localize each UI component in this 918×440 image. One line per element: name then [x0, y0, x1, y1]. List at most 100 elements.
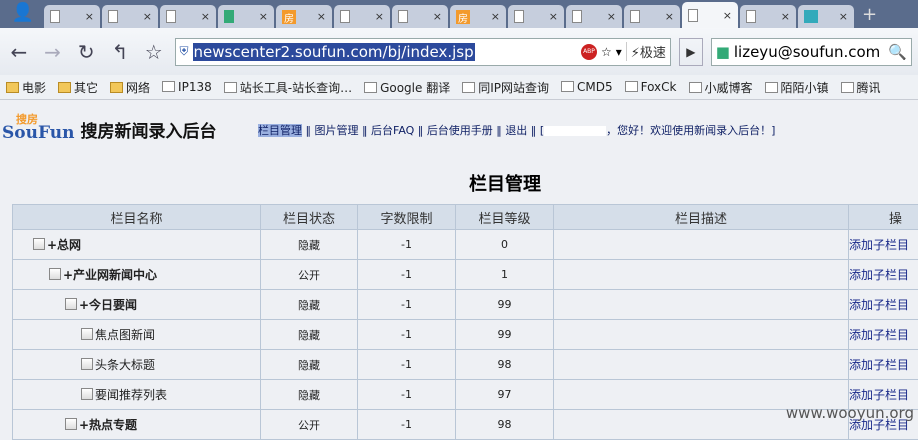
close-tab-icon[interactable]: × — [607, 10, 616, 23]
desc-cell — [554, 350, 849, 380]
browser-tab[interactable]: × — [44, 5, 100, 28]
page-icon — [561, 81, 574, 92]
bookmark-item[interactable]: 腾讯 — [841, 79, 881, 96]
page-icon — [340, 10, 350, 23]
logo-brand: SouFun — [2, 123, 74, 143]
add-subcolumn-link[interactable]: 添加子栏目 — [849, 328, 909, 342]
watermark: www.wooyun.org — [786, 404, 914, 422]
close-tab-icon[interactable]: × — [665, 10, 674, 23]
status-cell: 公开 — [261, 410, 358, 440]
star-icon[interactable]: ☆ — [141, 40, 167, 64]
close-tab-icon[interactable]: × — [491, 10, 500, 23]
menu-image-management[interactable]: 图片管理 — [315, 124, 359, 137]
browser-tab[interactable]: 房× — [450, 5, 506, 28]
column-name[interactable]: +今日要闻 — [79, 298, 137, 312]
speed-mode-button[interactable]: ⚡极速 — [626, 42, 666, 61]
close-tab-icon[interactable]: × — [723, 9, 732, 22]
add-subcolumn-link[interactable]: 添加子栏目 — [849, 238, 909, 252]
bookmark-label: IP138 — [178, 80, 212, 94]
close-tab-icon[interactable]: × — [259, 10, 268, 23]
close-tab-icon[interactable]: × — [317, 10, 326, 23]
forward-icon[interactable]: → — [40, 40, 66, 64]
bookmark-item[interactable]: FoxCk — [625, 80, 677, 94]
bookmark-item[interactable]: 网络 — [110, 79, 150, 96]
name-cell: 焦点图新闻 — [13, 320, 261, 350]
user-avatar-icon[interactable]: 👤 — [4, 2, 42, 28]
bookmark-item[interactable]: 陌陌小镇 — [765, 79, 829, 96]
column-name[interactable]: +总网 — [47, 238, 81, 252]
page-icon — [398, 10, 408, 23]
bookmark-label: 电影 — [22, 81, 46, 95]
url-input[interactable]: newscenter2.soufun.com/bj/index.jsp — [193, 43, 475, 61]
go-button[interactable]: ▶ — [679, 38, 703, 66]
browser-tab[interactable]: × — [682, 2, 738, 28]
bookmark-star-icon[interactable]: ☆ — [601, 45, 612, 59]
search-icon[interactable]: 🔍 — [888, 43, 907, 61]
adblock-icon[interactable]: ABP — [581, 44, 597, 60]
browser-tab[interactable]: × — [740, 5, 796, 28]
browser-tab[interactable]: × — [566, 5, 622, 28]
column-header: 栏目描述 — [554, 205, 849, 230]
browser-tab[interactable]: × — [160, 5, 216, 28]
bookmark-item[interactable]: IP138 — [162, 80, 212, 94]
bookmark-item[interactable]: 小威博客 — [689, 79, 753, 96]
browser-tab[interactable]: × — [102, 5, 158, 28]
page-icon — [841, 82, 854, 93]
row-checkbox[interactable] — [65, 298, 77, 310]
status-cell: 公开 — [261, 260, 358, 290]
add-subcolumn-link[interactable]: 添加子栏目 — [849, 358, 909, 372]
close-tab-icon[interactable]: × — [143, 10, 152, 23]
menu-column-management[interactable]: 栏目管理 — [258, 124, 302, 137]
menu-logout[interactable]: 退出 — [505, 124, 527, 137]
close-tab-icon[interactable]: × — [85, 10, 94, 23]
browser-tab[interactable]: × — [508, 5, 564, 28]
column-name[interactable]: +产业网新闻中心 — [63, 268, 157, 282]
new-tab-button[interactable]: + — [862, 4, 877, 25]
browser-tab[interactable]: × — [798, 5, 854, 28]
row-checkbox[interactable] — [65, 418, 77, 430]
bookmark-item[interactable]: Google 翻译 — [364, 79, 450, 96]
undo-close-icon[interactable]: ↰ — [107, 40, 133, 64]
row-checkbox[interactable] — [81, 328, 93, 340]
browser-tab[interactable]: 房× — [276, 5, 332, 28]
top-menu: 栏目管理 ‖ 图片管理 ‖ 后台FAQ ‖ 后台使用手册 ‖ 退出 ‖ [，您好… — [258, 122, 775, 138]
bookmark-item[interactable]: 站长工具-站长查询… — [224, 79, 352, 96]
add-subcolumn-link[interactable]: 添加子栏目 — [849, 388, 909, 402]
close-tab-icon[interactable]: × — [201, 10, 210, 23]
row-checkbox[interactable] — [81, 358, 93, 370]
bookmark-item[interactable]: 电影 — [6, 79, 46, 96]
welcome-text: ，您好！欢迎使用新闻录入后台！] — [606, 124, 775, 137]
search-box[interactable]: ■ lizeyu@soufun.com 🔍 — [711, 38, 912, 66]
add-subcolumn-link[interactable]: 添加子栏目 — [849, 268, 909, 282]
close-tab-icon[interactable]: × — [781, 10, 790, 23]
browser-tab[interactable]: × — [218, 5, 274, 28]
row-checkbox[interactable] — [33, 238, 45, 250]
google-icon — [224, 10, 234, 23]
close-tab-icon[interactable]: × — [375, 10, 384, 23]
page-icon — [688, 9, 698, 22]
op-cell: 添加子栏目 — [849, 320, 918, 350]
column-name[interactable]: +热点专题 — [79, 418, 137, 432]
bookmark-item[interactable]: CMD5 — [561, 80, 613, 94]
table-row: +今日要闻 隐藏 -1 99 添加子栏目 — [13, 290, 918, 320]
menu-manual[interactable]: 后台使用手册 — [427, 124, 493, 137]
page-icon — [689, 82, 702, 93]
close-tab-icon[interactable]: × — [839, 10, 848, 23]
add-subcolumn-link[interactable]: 添加子栏目 — [849, 298, 909, 312]
bookmark-item[interactable]: 其它 — [58, 79, 98, 96]
limit-cell: -1 — [358, 380, 456, 410]
bookmark-item[interactable]: 同IP网站查询 — [462, 79, 549, 96]
reload-icon[interactable]: ↻ — [73, 40, 99, 64]
row-checkbox[interactable] — [49, 268, 61, 280]
address-bar[interactable]: ⛨ newscenter2.soufun.com/bj/index.jsp AB… — [175, 38, 671, 66]
menu-faq[interactable]: 后台FAQ — [371, 124, 414, 137]
close-tab-icon[interactable]: × — [433, 10, 442, 23]
dropdown-icon[interactable]: ▾ — [616, 45, 622, 59]
back-icon[interactable]: ← — [6, 40, 32, 64]
browser-tab[interactable]: × — [392, 5, 448, 28]
browser-tab[interactable]: × — [624, 5, 680, 28]
search-input[interactable]: lizeyu@soufun.com — [734, 43, 880, 61]
row-checkbox[interactable] — [81, 388, 93, 400]
browser-tab[interactable]: × — [334, 5, 390, 28]
close-tab-icon[interactable]: × — [549, 10, 558, 23]
